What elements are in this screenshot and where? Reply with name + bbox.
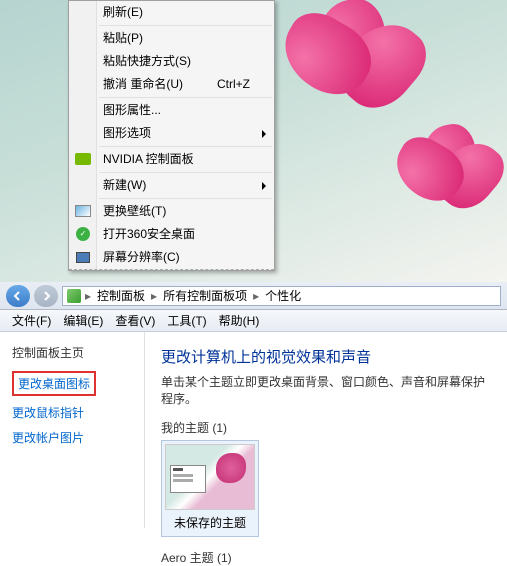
menu-item-label: 粘贴(P)	[103, 30, 143, 47]
menu-bar-item[interactable]: 帮助(H)	[213, 310, 266, 331]
menu-bar-item[interactable]: 查看(V)	[109, 310, 161, 331]
flower-decoration	[277, 0, 427, 110]
submenu-arrow-icon	[262, 182, 266, 190]
content-area: 更改计算机上的视觉效果和声音 单击某个主题立即更改桌面背景、窗口颜色、声音和屏幕…	[145, 332, 507, 528]
menu-item-label: 刷新(E)	[103, 4, 143, 21]
control-panel-icon	[67, 289, 81, 303]
menu-shortcut: Ctrl+Z	[217, 76, 250, 93]
sidebar-link[interactable]: 更改鼠标指针	[12, 404, 132, 421]
context-menu-item[interactable]: 更换壁纸(T)	[69, 200, 274, 223]
desktop-context-menu: 刷新(E) 粘贴(P) 粘贴快捷方式(S) 撤消 重命名(U) Ctrl+Z 图形属性..…	[68, 0, 275, 271]
menu-separator	[99, 198, 272, 199]
monitor-icon	[74, 248, 92, 266]
menu-bar-item[interactable]: 工具(T)	[161, 310, 212, 331]
menu-item-label: 更换壁纸(T)	[103, 203, 166, 220]
address-bar[interactable]: ▸ 控制面板 ▸ 所有控制面板项 ▸ 个性化	[62, 286, 501, 306]
menu-separator	[99, 97, 272, 98]
back-button[interactable]	[6, 285, 30, 307]
breadcrumb-segment[interactable]: 控制面板	[95, 287, 147, 304]
breadcrumb-segment[interactable]: 个性化	[263, 287, 303, 304]
menu-separator	[99, 146, 272, 147]
context-menu-item[interactable]: 粘贴(P)	[69, 27, 274, 50]
page-title: 更改计算机上的视觉效果和声音	[161, 346, 491, 367]
my-themes-label: 我的主题 (1)	[161, 419, 491, 436]
menu-item-label: 图形属性...	[103, 102, 161, 119]
menu-bar-item[interactable]: 编辑(E)	[57, 310, 109, 331]
page-subtitle: 单击某个主题立即更改桌面背景、窗口颜色、声音和屏幕保护程序。	[161, 373, 491, 407]
sidebar-link[interactable]: 更改帐户图片	[12, 429, 132, 446]
flower-decoration	[10, 170, 70, 230]
context-menu-item[interactable]: 屏幕分辨率(C)	[69, 246, 274, 270]
sidebar: 控制面板主页 更改桌面图标更改鼠标指针更改帐户图片	[0, 332, 145, 528]
menu-item-label: 屏幕分辨率(C)	[103, 249, 180, 266]
context-menu-item[interactable]: NVIDIA 控制面板	[69, 148, 274, 171]
menu-separator	[99, 172, 272, 173]
menu-item-label: 图形选项	[103, 125, 151, 142]
breadcrumb-segment[interactable]: 所有控制面板项	[161, 287, 249, 304]
breadcrumb-separator: ▸	[251, 289, 261, 303]
sidebar-link[interactable]: 更改桌面图标	[12, 371, 96, 396]
menu-item-label: 粘贴快捷方式(S)	[103, 53, 191, 70]
menu-item-label: NVIDIA 控制面板	[103, 151, 194, 168]
context-menu-item[interactable]: 粘贴快捷方式(S)	[69, 50, 274, 73]
menu-item-label: 撤消 重命名(U)	[103, 76, 183, 93]
flower-decoration	[392, 110, 502, 220]
context-menu-item[interactable]: 打开360安全桌面 ✓	[69, 223, 274, 246]
menu-bar-item[interactable]: 文件(F)	[6, 310, 57, 331]
theme-item[interactable]: 未保存的主题	[161, 440, 259, 537]
desktop-background: 刷新(E) 粘贴(P) 粘贴快捷方式(S) 撤消 重命名(U) Ctrl+Z 图形属性..…	[0, 0, 507, 282]
breadcrumb-separator: ▸	[83, 289, 93, 303]
breadcrumb-separator: ▸	[149, 289, 159, 303]
menu-item-label: 新建(W)	[103, 177, 146, 194]
nvidia-icon	[74, 150, 92, 168]
menu-item-label: 打开360安全桌面	[103, 226, 195, 243]
submenu-arrow-icon	[262, 130, 266, 138]
context-menu-item[interactable]: 撤消 重命名(U) Ctrl+Z	[69, 73, 274, 96]
window-nav-bar: ▸ 控制面板 ▸ 所有控制面板项 ▸ 个性化	[0, 282, 507, 310]
context-menu-item[interactable]: 图形属性...	[69, 99, 274, 122]
forward-button[interactable]	[34, 285, 58, 307]
menu-bar: 文件(F)编辑(E)查看(V)工具(T)帮助(H)	[0, 310, 507, 332]
control-panel-window: ▸ 控制面板 ▸ 所有控制面板项 ▸ 个性化 文件(F)编辑(E)查看(V)工具…	[0, 282, 507, 528]
wallpaper-icon	[74, 202, 92, 220]
theme-name: 未保存的主题	[165, 510, 255, 533]
context-menu-item[interactable]: 图形选项	[69, 122, 274, 145]
context-menu-item[interactable]: 刷新(E)	[69, 1, 274, 24]
360-icon: ✓	[74, 225, 92, 243]
context-menu-item[interactable]: 新建(W)	[69, 174, 274, 197]
theme-thumbnail	[165, 444, 255, 510]
aero-themes-label: Aero 主题 (1)	[161, 549, 491, 566]
menu-separator	[99, 25, 272, 26]
sidebar-title: 控制面板主页	[12, 344, 132, 361]
